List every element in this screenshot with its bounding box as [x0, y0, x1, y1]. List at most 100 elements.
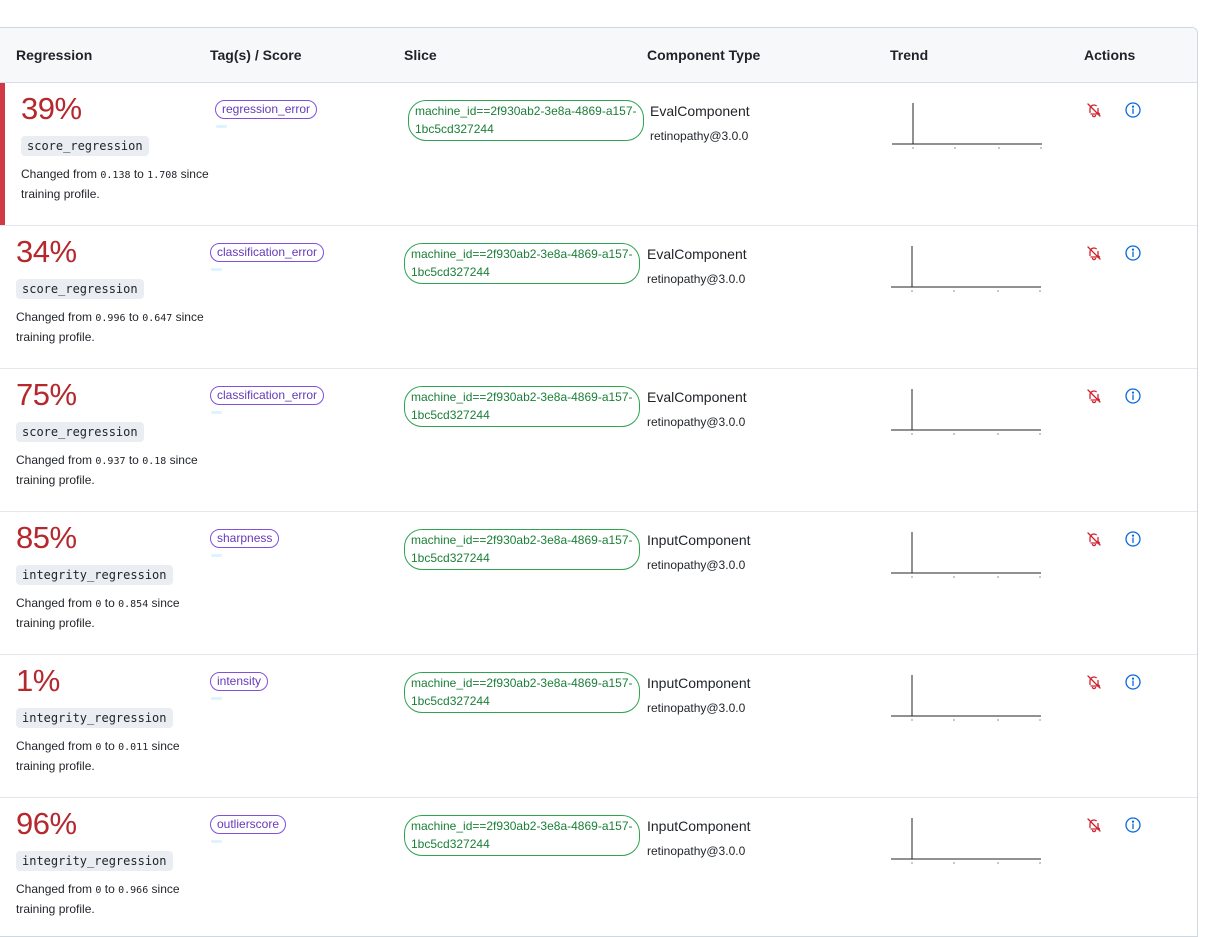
metric-name: score_regression: [21, 136, 149, 156]
tag-badge[interactable]: classification_error: [210, 243, 325, 262]
active-row-indicator: [0, 83, 5, 225]
table-header: Regression Tag(s) / Score Slice Componen…: [0, 28, 1197, 83]
table-row[interactable]: 34% score_regression Changed from 0.996 …: [0, 226, 1197, 369]
actions-cell: [1084, 530, 1154, 552]
actions-cell: [1084, 244, 1154, 266]
bell-slash-icon[interactable]: [1085, 673, 1103, 691]
change-prefix: Changed from: [16, 310, 96, 324]
tag-cell: classification_error: [210, 386, 325, 414]
slice-cell: machine_id==2f930ab2-3e8a-4869-a157-1bc5…: [404, 386, 640, 427]
column-header-regression[interactable]: Regression: [16, 28, 92, 82]
slice-badge[interactable]: machine_id==2f930ab2-3e8a-4869-a157-1bc5…: [408, 100, 644, 141]
tag-cell: sharpness: [210, 529, 280, 557]
regression-cell: 34% score_regression Changed from 0.996 …: [16, 236, 206, 346]
tag-badge[interactable]: classification_error: [210, 386, 325, 405]
regression-cell: 39% score_regression Changed from 0.138 …: [21, 93, 211, 203]
component-type: InputComponent: [647, 675, 751, 691]
trend-sparkline[interactable]: [890, 246, 1042, 294]
slice-cell: machine_id==2f930ab2-3e8a-4869-a157-1bc5…: [408, 100, 644, 141]
info-icon[interactable]: [1124, 244, 1142, 262]
bell-slash-icon[interactable]: [1085, 816, 1103, 834]
component-cell: EvalComponent retinopathy@3.0.0: [647, 387, 747, 429]
slice-badge[interactable]: machine_id==2f930ab2-3e8a-4869-a157-1bc5…: [404, 386, 640, 427]
metric-name: integrity_regression: [16, 708, 173, 728]
change-to-value: 1.708: [147, 170, 178, 181]
trend-sparkline[interactable]: [890, 389, 1042, 437]
bell-slash-icon[interactable]: [1085, 101, 1103, 119]
column-header-slice[interactable]: Slice: [404, 28, 437, 82]
component-type: InputComponent: [647, 818, 751, 834]
regression-cell: 1% integrity_regression Changed from 0 t…: [16, 665, 206, 775]
change-description: Changed from 0 to 0.011 since training p…: [16, 737, 206, 775]
slice-cell: machine_id==2f930ab2-3e8a-4869-a157-1bc5…: [404, 815, 640, 856]
slice-cell: machine_id==2f930ab2-3e8a-4869-a157-1bc5…: [404, 672, 640, 713]
actions-cell: [1084, 101, 1154, 123]
trend-cell: [891, 103, 1043, 151]
regression-percent: 39%: [21, 91, 82, 126]
table-row[interactable]: 1% integrity_regression Changed from 0 t…: [0, 655, 1197, 798]
tag-cell: intensity: [210, 672, 269, 700]
regression-percent: 75%: [16, 377, 77, 412]
change-to-word: to: [101, 739, 119, 753]
tag-cell: classification_error: [210, 243, 325, 271]
change-to-word: to: [101, 882, 119, 896]
table-row[interactable]: 75% score_regression Changed from 0.937 …: [0, 369, 1197, 512]
component-cell: EvalComponent retinopathy@3.0.0: [647, 244, 747, 286]
column-header-actions: Actions: [1084, 47, 1136, 63]
component-version: retinopathy@3.0.0: [647, 558, 746, 572]
slice-badge[interactable]: machine_id==2f930ab2-3e8a-4869-a157-1bc5…: [404, 243, 640, 284]
trend-sparkline[interactable]: [891, 103, 1043, 151]
component-type: EvalComponent: [647, 389, 747, 405]
trend-cell: [890, 246, 1042, 294]
column-header-tags[interactable]: Tag(s) / Score: [210, 28, 302, 82]
column-header-trend[interactable]: Trend: [890, 28, 928, 82]
component-type: InputComponent: [647, 532, 751, 548]
trend-sparkline[interactable]: [890, 675, 1042, 723]
tag-badge[interactable]: sharpness: [210, 529, 280, 548]
bell-slash-icon[interactable]: [1085, 530, 1103, 548]
column-header-component-type[interactable]: Component Type: [647, 28, 760, 82]
change-prefix: Changed from: [16, 882, 96, 896]
slice-cell: machine_id==2f930ab2-3e8a-4869-a157-1bc5…: [404, 529, 640, 570]
bell-slash-icon[interactable]: [1085, 244, 1103, 262]
slice-badge[interactable]: machine_id==2f930ab2-3e8a-4869-a157-1bc5…: [404, 815, 640, 856]
score-bar: [211, 554, 222, 557]
component-type: EvalComponent: [647, 246, 747, 262]
info-icon[interactable]: [1124, 816, 1142, 834]
trend-sparkline[interactable]: [890, 532, 1042, 580]
component-version: retinopathy@3.0.0: [647, 272, 746, 286]
change-to-word: to: [101, 596, 119, 610]
table-row[interactable]: 39% score_regression Changed from 0.138 …: [0, 83, 1197, 226]
info-icon[interactable]: [1124, 673, 1142, 691]
change-description: Changed from 0.996 to 0.647 since traini…: [16, 308, 206, 346]
trend-sparkline[interactable]: [890, 818, 1042, 866]
slice-cell: machine_id==2f930ab2-3e8a-4869-a157-1bc5…: [404, 243, 640, 284]
regression-percent: 96%: [16, 806, 77, 841]
info-icon[interactable]: [1124, 387, 1142, 405]
tag-badge[interactable]: outlierscore: [210, 815, 287, 834]
slice-badge[interactable]: machine_id==2f930ab2-3e8a-4869-a157-1bc5…: [404, 672, 640, 713]
regression-cell: 85% integrity_regression Changed from 0 …: [16, 522, 206, 632]
tag-badge[interactable]: regression_error: [215, 100, 318, 119]
component-cell: EvalComponent retinopathy@3.0.0: [650, 101, 750, 143]
change-to-value: 0.011: [118, 742, 149, 753]
slice-badge[interactable]: machine_id==2f930ab2-3e8a-4869-a157-1bc5…: [404, 529, 640, 570]
change-description: Changed from 0 to 0.854 since training p…: [16, 594, 206, 632]
change-to-value: 0.854: [118, 599, 149, 610]
change-from-value: 0.138: [100, 170, 131, 181]
info-icon[interactable]: [1124, 101, 1142, 119]
score-bar: [211, 840, 222, 843]
table-row[interactable]: 96% integrity_regression Changed from 0 …: [0, 798, 1197, 936]
table-row[interactable]: 85% integrity_regression Changed from 0 …: [0, 512, 1197, 655]
info-icon[interactable]: [1124, 530, 1142, 548]
tag-badge[interactable]: intensity: [210, 672, 269, 691]
change-description: Changed from 0.937 to 0.18 since trainin…: [16, 451, 206, 489]
change-to-word: to: [125, 453, 143, 467]
metric-name: score_regression: [16, 279, 144, 299]
change-prefix: Changed from: [16, 453, 96, 467]
trend-cell: [890, 818, 1042, 866]
bell-slash-icon[interactable]: [1085, 387, 1103, 405]
tag-cell: outlierscore: [210, 815, 287, 843]
actions-cell: [1084, 816, 1154, 838]
component-cell: InputComponent retinopathy@3.0.0: [647, 530, 751, 572]
